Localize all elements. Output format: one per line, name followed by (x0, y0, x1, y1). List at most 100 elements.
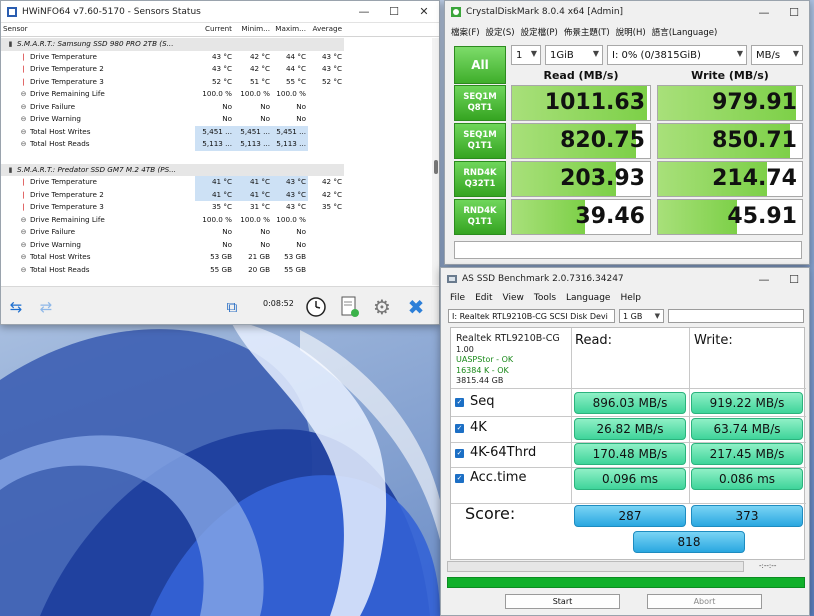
column-maximum[interactable]: Maxim... (272, 23, 308, 36)
network-icon[interactable]: ⧉ (219, 295, 245, 319)
sensor-label: Total Host Writes (30, 126, 91, 136)
menu-file[interactable]: File (450, 293, 465, 303)
gear-icon[interactable]: ⚙ (369, 295, 395, 319)
column-average[interactable]: Average (308, 23, 344, 36)
cdm-titlebar[interactable]: CrystalDiskMark 8.0.4 x64 [Admin] — ☐ (445, 1, 809, 23)
menu-help[interactable]: Help (620, 293, 641, 303)
arrows-collapse-icon[interactable]: ⇄ (33, 295, 59, 319)
menu-settings[interactable]: 設定(S) (486, 26, 515, 38)
read-value: 820.75 (560, 128, 645, 153)
drive-capacity: 3815.44 GB (456, 376, 504, 385)
drive-select[interactable]: I: 0% (0/3815GiB) ▼ (607, 45, 747, 65)
sensor-value: No (296, 227, 306, 236)
close-sensors-icon[interactable]: ✖ (403, 295, 429, 319)
info-icon: ⊖ (20, 228, 27, 236)
menu-language[interactable]: 語言(Language) (652, 26, 718, 38)
hwinfo-titlebar[interactable]: HWiNFO64 v7.60-5170 - Sensors Status — ☐… (1, 1, 439, 23)
column-current[interactable]: Current (195, 23, 235, 36)
test-label: Seq (470, 394, 495, 409)
all-button[interactable]: All (454, 46, 506, 84)
menu-file[interactable]: 檔案(F) (451, 26, 480, 38)
size-select[interactable]: 1GiB ▼ (545, 45, 603, 65)
sensor-row[interactable]: ❘ Drive Temperature 2 41 °C 41 °C 43 °C 42 °C (1, 188, 344, 201)
size-select[interactable]: 1 GB ▼ (619, 309, 664, 323)
sensor-row[interactable]: ⊖ Drive Remaining Life 100.0 % 100.0 % 100.0… (1, 214, 344, 227)
test-button[interactable]: RND4K Q32T1 (454, 161, 506, 197)
test-button[interactable]: RND4K Q1T1 (454, 199, 506, 235)
unit-select[interactable]: MB/s ▼ (751, 45, 803, 65)
column-sensor[interactable]: Sensor (1, 23, 195, 36)
sensor-label: Drive Temperature (30, 177, 97, 186)
sensor-group-row[interactable]: ▮ S.M.A.R.T.: Samsung SSD 980 PRO 2TB (S.… (1, 38, 344, 51)
report-icon[interactable] (337, 295, 363, 319)
sensor-row[interactable]: ❘ Drive Temperature 2 43 °C 42 °C 44 °C 43 °C (1, 63, 344, 76)
sensor-row[interactable]: ⊖ Total Host Writes 5,451 ... 5,451 ... 5,45… (1, 125, 344, 138)
sensor-row[interactable]: ❘ Drive Temperature 43 °C 42 °C 44 °C 43 °C (1, 51, 344, 64)
sensor-row[interactable]: ⊖ Drive Remaining Life 100.0 % 100.0 % 100.0… (1, 88, 344, 101)
test-button[interactable]: SEQ1M Q8T1 (454, 85, 506, 121)
sensor-label: Drive Failure (30, 101, 76, 111)
sensor-row[interactable]: ⊖ Drive Failure No No No (1, 101, 344, 114)
menu-view[interactable]: View (503, 293, 524, 303)
start-button[interactable]: Start (505, 594, 620, 609)
sensor-scrollbar[interactable] (432, 38, 439, 285)
close-icon[interactable]: ✕ (409, 5, 439, 18)
sensor-value: 100.0 % (240, 214, 270, 224)
maximize-icon[interactable]: ☐ (779, 273, 809, 286)
drive-select[interactable]: I: Realtek RTL9210B-CG SCSI Disk Devi (448, 309, 615, 323)
sensor-value: 51 °C (249, 76, 270, 86)
info-icon: ⊖ (20, 265, 27, 274)
sensor-value: 43 °C (211, 64, 232, 73)
checkbox[interactable]: ✓ (455, 449, 464, 458)
column-minimum[interactable]: Minim... (235, 23, 272, 36)
sensor-value: 55 °C (285, 76, 306, 86)
minimize-icon[interactable]: — (749, 273, 779, 286)
minimize-icon[interactable]: — (349, 5, 379, 18)
sensor-value: No (296, 114, 306, 123)
sensor-row[interactable]: ⊖ Total Host Reads 5,113 ... 5,113 ... 5,113… (1, 138, 344, 151)
sensor-row[interactable] (1, 150, 344, 164)
sensor-value: 41 °C (195, 176, 235, 189)
checkbox[interactable]: ✓ (455, 398, 464, 407)
asssd-titlebar[interactable]: AS SSD Benchmark 2.0.7316.34247 — ☐ (441, 268, 809, 290)
sensor-row[interactable]: ❘ Drive Temperature 3 52 °C 51 °C 55 °C 52 °C (1, 76, 344, 89)
sensor-row[interactable]: ⊖ Drive Warning No No No (1, 113, 344, 126)
menu-language[interactable]: Language (566, 293, 610, 303)
menu-help[interactable]: 說明(H) (616, 26, 646, 38)
thermometer-icon: ❘ (20, 203, 27, 211)
menu-edit[interactable]: Edit (475, 293, 492, 303)
test-label: Acc.time (470, 470, 527, 485)
sensor-row[interactable]: ❘ Drive Temperature 3 35 °C 31 °C 43 °C 35 °C (1, 201, 344, 214)
sensor-value (308, 214, 344, 227)
sensor-row[interactable]: ⊖ Total Host Reads 55 GB 20 GB 55 GB (1, 264, 344, 277)
sensor-row[interactable]: ⊖ Drive Failure No No No (1, 226, 344, 239)
menu-tools[interactable]: Tools (534, 293, 556, 303)
arrows-left-right-icon[interactable]: ⇆ (3, 295, 29, 319)
sensor-list[interactable]: ▮ S.M.A.R.T.: Samsung SSD 980 PRO 2TB (S.… (1, 38, 344, 285)
read-result: 0.096 ms (574, 468, 686, 490)
sensor-group-row[interactable]: ▮ S.M.A.R.T.: Predator SSD GM7 M.2 4TB (P… (1, 163, 344, 176)
menu-theme[interactable]: 佈景主題(T) (564, 26, 610, 38)
test-button[interactable]: SEQ1M Q1T1 (454, 123, 506, 159)
overall-progress-bar (447, 577, 805, 588)
clock-icon[interactable] (303, 295, 329, 319)
checkbox[interactable]: ✓ (455, 474, 464, 483)
abort-button[interactable]: Abort (647, 594, 762, 609)
scroll-thumb[interactable] (434, 160, 438, 174)
sensor-value (308, 113, 344, 126)
sensor-value (308, 226, 344, 239)
name-field[interactable] (668, 309, 804, 323)
cdm-title: CrystalDiskMark 8.0.4 x64 [Admin] (466, 7, 624, 17)
menu-profile[interactable]: 設定檔(P) (521, 26, 558, 38)
minimize-icon[interactable]: — (749, 6, 779, 19)
maximize-icon[interactable]: ☐ (779, 6, 809, 19)
comment-field[interactable] (454, 241, 802, 259)
sensor-row[interactable]: ⊖ Total Host Writes 53 GB 21 GB 53 GB (1, 251, 344, 264)
info-icon: ⊖ (20, 140, 27, 148)
sensor-row[interactable]: ❘ Drive Temperature 41 °C 41 °C 43 °C 42 °C (1, 176, 344, 189)
count-select[interactable]: 1 ▼ (511, 45, 541, 65)
sensor-row[interactable]: ⊖ Drive Warning No No No (1, 239, 344, 252)
checkbox[interactable]: ✓ (455, 424, 464, 433)
maximize-icon[interactable]: ☐ (379, 5, 409, 18)
asssd-title: AS SSD Benchmark 2.0.7316.34247 (462, 274, 624, 284)
